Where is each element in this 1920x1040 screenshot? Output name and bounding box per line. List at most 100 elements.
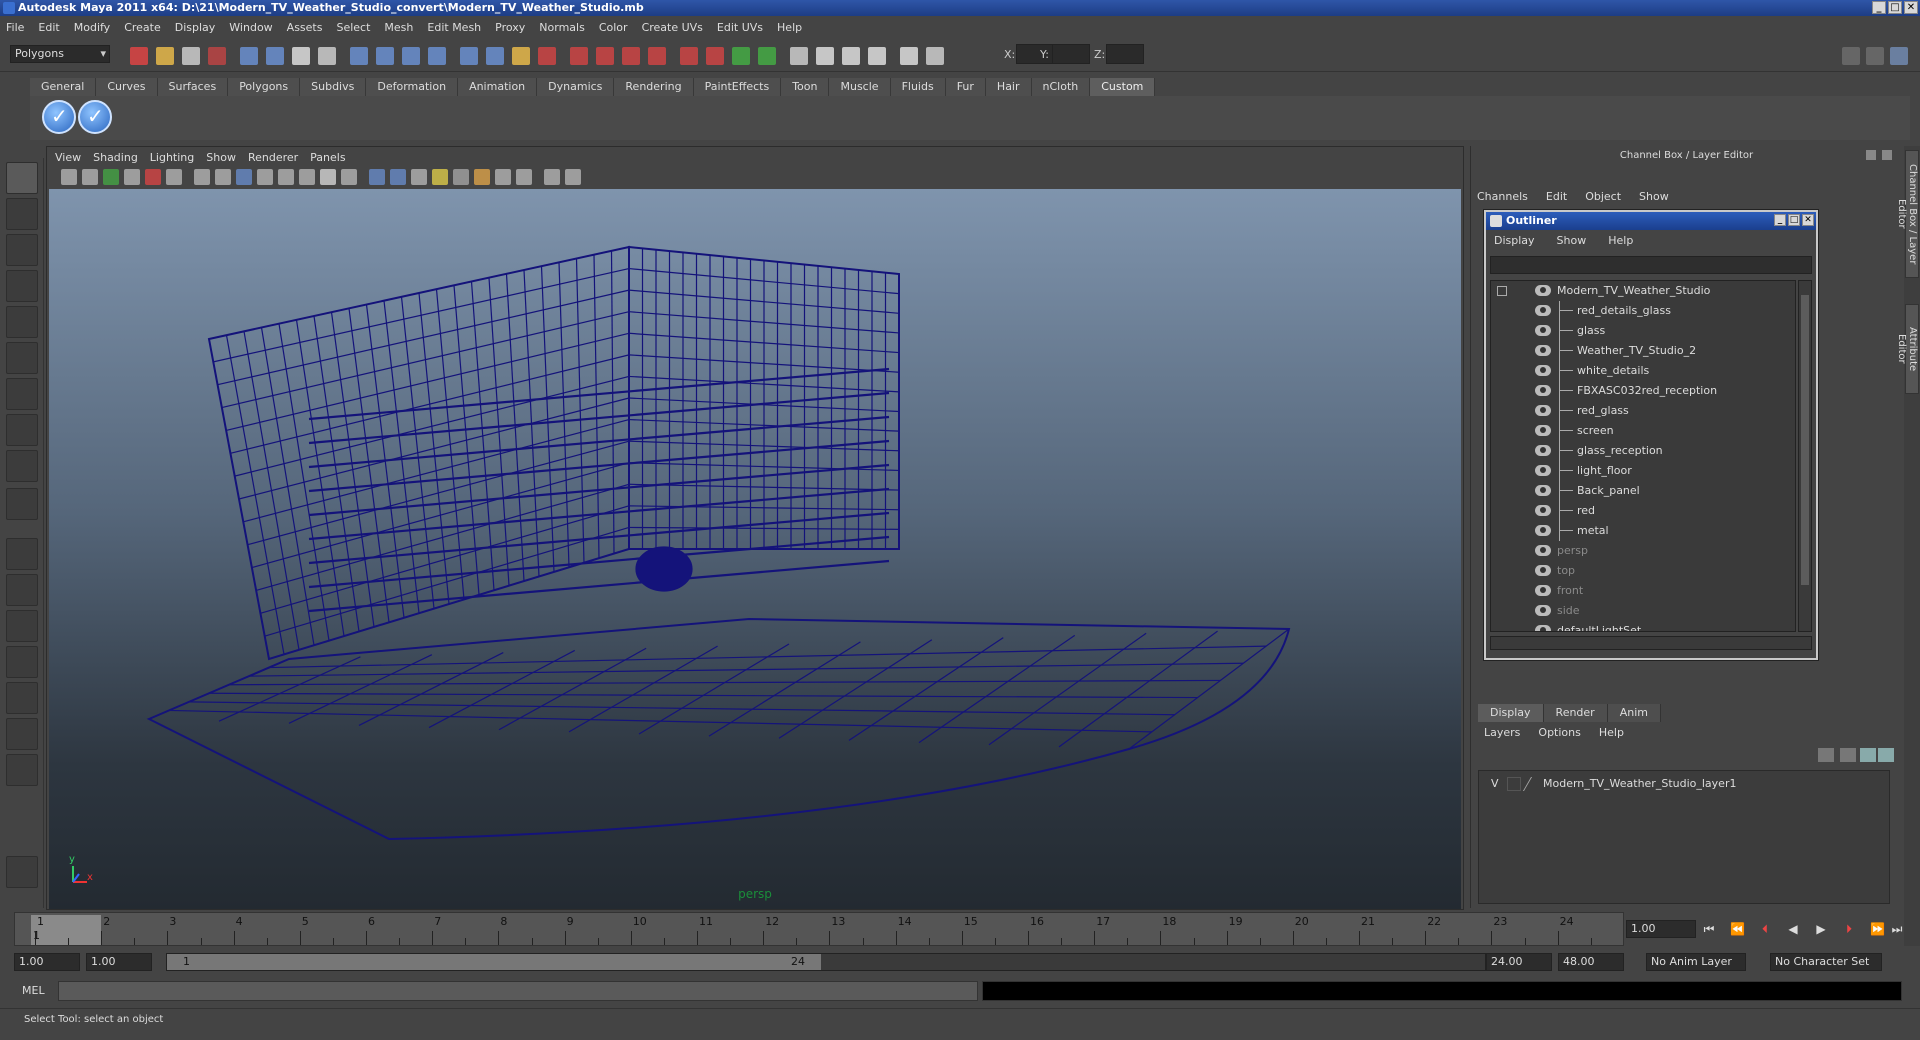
viewport-tool-icon-5[interactable] <box>145 169 161 185</box>
custom-shelf-check-icon-2[interactable] <box>78 100 112 134</box>
viewport-tool-icon-8[interactable] <box>215 169 231 185</box>
step-back-frame-icon[interactable]: ⏪ <box>1730 922 1745 936</box>
outliner-minimize-button[interactable]: _ <box>1774 214 1786 226</box>
shelf-tab-surfaces[interactable]: Surfaces <box>157 78 229 96</box>
outliner-item[interactable]: FBXASC032red_reception <box>1491 381 1795 401</box>
outliner-item[interactable]: Weather_TV_Studio_2 <box>1491 341 1795 361</box>
status-tool-icon-11[interactable] <box>402 47 420 65</box>
character-set-dropdown[interactable]: No Character Set <box>1770 953 1882 971</box>
viewport-menu-show[interactable]: Show <box>206 151 236 164</box>
go-to-start-icon[interactable]: ⏮ <box>1702 922 1716 936</box>
scale-tool-icon[interactable] <box>6 342 38 374</box>
menu-set-selector[interactable]: Polygons <box>10 45 110 63</box>
layer-move-up-icon[interactable] <box>1818 748 1834 762</box>
layer-visibility-toggle[interactable]: V <box>1491 775 1499 793</box>
layout-options-icon[interactable] <box>6 754 38 786</box>
tab-attribute-editor[interactable]: Attribute Editor <box>1896 304 1919 394</box>
channel-box-menu-channels[interactable]: Channels <box>1477 190 1528 203</box>
shelf-tab-fluids[interactable]: Fluids <box>890 78 946 96</box>
perspective-viewport[interactable]: y x persp <box>49 189 1461 909</box>
viewport-tool-icon-21[interactable] <box>495 169 511 185</box>
custom-shelf-check-icon[interactable] <box>42 100 76 134</box>
status-tool-icon-12[interactable] <box>428 47 446 65</box>
viewport-menu-shading[interactable]: Shading <box>93 151 138 164</box>
viewport-tool-icon-1[interactable] <box>61 169 77 185</box>
minimize-button[interactable]: _ <box>1872 1 1886 14</box>
menu-normals[interactable]: Normals <box>539 21 585 34</box>
outliner-maximize-button[interactable]: □ <box>1788 214 1800 226</box>
start-time-field[interactable]: 1.00 <box>14 953 80 971</box>
shelf-tab-toon[interactable]: Toon <box>781 78 830 96</box>
viewport-tool-icon-18[interactable] <box>432 169 448 185</box>
outliner-item[interactable]: screen <box>1491 421 1795 441</box>
status-tool-icon-2[interactable] <box>156 47 174 65</box>
status-tool-icon-16[interactable] <box>538 47 556 65</box>
command-input[interactable] <box>58 981 978 1001</box>
play-forwards-icon[interactable]: ▶ <box>1814 922 1828 936</box>
outliner-close-button[interactable]: ✕ <box>1802 214 1814 226</box>
viewport-menu-lighting[interactable]: Lighting <box>150 151 194 164</box>
outliner-item[interactable]: white_details <box>1491 361 1795 381</box>
status-tool-icon-1[interactable] <box>130 47 148 65</box>
playback-start-field[interactable]: 1.00 <box>86 953 152 971</box>
menu-display[interactable]: Display <box>175 21 216 34</box>
menu-edit-mesh[interactable]: Edit Mesh <box>427 21 481 34</box>
collapse-toggle-icon[interactable] <box>1497 286 1507 296</box>
shelf-tab-hair[interactable]: Hair <box>985 78 1032 96</box>
layer-move-down-icon[interactable] <box>1840 748 1856 762</box>
outliner-item[interactable]: metal <box>1491 521 1795 541</box>
layer-tab-anim[interactable]: Anim <box>1607 704 1661 722</box>
viewport-tool-icon-15[interactable] <box>369 169 385 185</box>
status-tool-icon-8[interactable] <box>318 47 336 65</box>
outliner-item[interactable]: Back_panel <box>1491 481 1795 501</box>
layer-row[interactable]: V Modern_TV_Weather_Studio_layer1 <box>1483 775 1887 793</box>
end-time-field[interactable]: 48.00 <box>1558 953 1624 971</box>
outliner-item[interactable]: glass_reception <box>1491 441 1795 461</box>
status-tool-icon-7[interactable] <box>292 47 310 65</box>
status-tool-icon-29[interactable] <box>900 47 918 65</box>
channel-box-menu-edit[interactable]: Edit <box>1546 190 1567 203</box>
shelf-tab-subdivs[interactable]: Subdivs <box>300 78 367 96</box>
status-tool-icon-26[interactable] <box>816 47 834 65</box>
outliner-item[interactable]: red <box>1491 501 1795 521</box>
status-tool-icon-28[interactable] <box>868 47 886 65</box>
layer-menu-options[interactable]: Options <box>1538 726 1580 739</box>
paint-effects-brush-icon[interactable] <box>6 856 38 888</box>
menu-assets[interactable]: Assets <box>287 21 323 34</box>
viewport-tool-icon-16[interactable] <box>390 169 406 185</box>
viewport-tool-icon-13[interactable] <box>320 169 336 185</box>
new-layer-selected-icon[interactable] <box>1878 748 1894 762</box>
status-tool-icon-9[interactable] <box>350 47 368 65</box>
show-manipulator-icon[interactable] <box>6 450 38 482</box>
shelf-tab-dynamics[interactable]: Dynamics <box>537 78 615 96</box>
float-icon[interactable] <box>1866 150 1876 160</box>
maximize-button[interactable]: □ <box>1888 1 1902 14</box>
viewport-tool-icon-10[interactable] <box>257 169 273 185</box>
step-back-key-icon[interactable]: ⏴ <box>1758 922 1772 936</box>
outliner-item[interactable]: red_details_glass <box>1491 301 1795 321</box>
status-tool-icon-5[interactable] <box>240 47 258 65</box>
viewport-tool-icon-3[interactable] <box>103 169 119 185</box>
viewport-tool-icon-2[interactable] <box>82 169 98 185</box>
layer-tab-display[interactable]: Display <box>1478 704 1544 722</box>
menu-edit[interactable]: Edit <box>38 21 59 34</box>
viewport-tool-icon-17[interactable] <box>411 169 427 185</box>
viewport-tool-icon-14[interactable] <box>341 169 357 185</box>
viewport-menu-view[interactable]: View <box>55 151 81 164</box>
play-backwards-icon[interactable]: ◀ <box>1786 922 1800 936</box>
outliner-search-field[interactable] <box>1490 256 1812 274</box>
viewport-tool-icon-12[interactable] <box>299 169 315 185</box>
viewport-tool-icon-23[interactable] <box>544 169 560 185</box>
persp-outliner-layout-icon[interactable] <box>6 610 38 642</box>
command-language-label[interactable]: MEL <box>22 984 45 997</box>
menu-edit-uvs[interactable]: Edit UVs <box>717 21 763 34</box>
shelf-tab-painteffects[interactable]: PaintEffects <box>693 78 782 96</box>
channel-box-menu-object[interactable]: Object <box>1585 190 1621 203</box>
viewport-tool-icon-4[interactable] <box>124 169 140 185</box>
y-field[interactable] <box>1052 44 1090 64</box>
status-tool-icon-15[interactable] <box>512 47 530 65</box>
status-tool-icon-6[interactable] <box>266 47 284 65</box>
viewport-menu-panels[interactable]: Panels <box>310 151 345 164</box>
shelf-tab-curves[interactable]: Curves <box>96 78 158 96</box>
single-view-layout-icon[interactable] <box>6 538 38 570</box>
